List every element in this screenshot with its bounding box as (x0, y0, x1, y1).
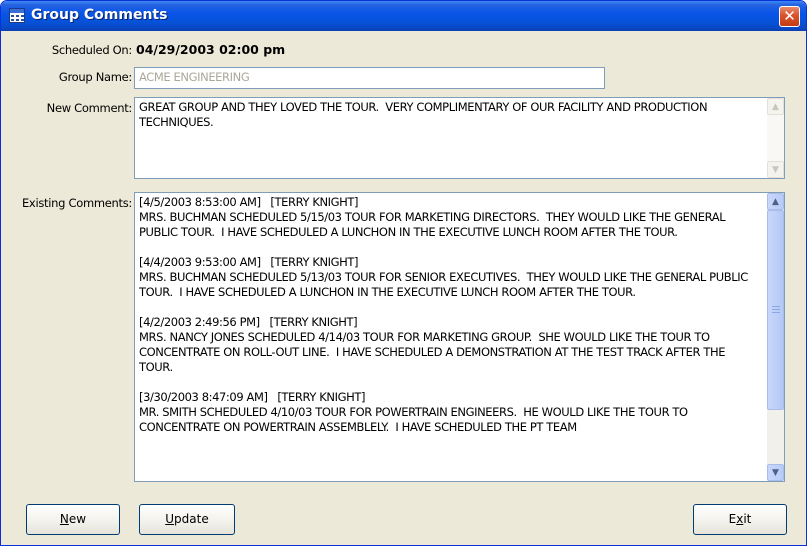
scroll-up-icon[interactable]: ▲ (767, 98, 784, 115)
window-title: Group Comments (31, 7, 168, 23)
existing-comments-textarea[interactable]: [4/5/2003 8:53:00 AM] [TERRY KNIGHT] MRS… (134, 192, 785, 482)
new-button-post: ew (68, 512, 87, 526)
group-name-label: Group Name: (58, 70, 132, 84)
update-button-accel: U (165, 512, 175, 526)
new-button[interactable]: New (26, 504, 120, 535)
scheduled-on-label: Scheduled On: (51, 43, 132, 57)
new-comment-text: GREAT GROUP AND THEY LOVED THE TOUR. VER… (139, 100, 711, 129)
title-bar[interactable]: Group Comments ✕ (1, 1, 806, 31)
new-comment-textarea[interactable]: GREAT GROUP AND THEY LOVED THE TOUR. VER… (134, 97, 785, 179)
group-name-value: ACME ENGINEERING (139, 70, 250, 84)
new-button-accel: N (59, 512, 69, 526)
scroll-thumb[interactable] (767, 210, 784, 410)
exit-button[interactable]: Exit (693, 504, 787, 535)
exit-button-post: it (743, 512, 752, 526)
update-button-post: pdate (174, 512, 209, 526)
scroll-down-icon[interactable]: ▼ (767, 161, 784, 178)
close-icon[interactable]: ✕ (779, 6, 800, 27)
calendar-grid-icon (9, 8, 25, 23)
new-comment-label: New Comment: (46, 101, 133, 115)
scroll-down-icon[interactable]: ▼ (767, 464, 784, 481)
new-comment-scrollbar[interactable]: ▲ ▼ (767, 98, 784, 178)
existing-comments-text: [4/5/2003 8:53:00 AM] [TERRY KNIGHT] MRS… (139, 195, 748, 434)
scheduled-on-value: 04/29/2003 02:00 pm (136, 42, 286, 57)
existing-comments-label: Existing Comments: (21, 196, 132, 210)
existing-comments-scrollbar[interactable]: ▲ ▼ (767, 193, 784, 481)
group-name-field[interactable]: ACME ENGINEERING (134, 67, 605, 89)
update-button[interactable]: Update (139, 504, 235, 535)
scroll-up-icon[interactable]: ▲ (767, 193, 784, 210)
group-comments-window: Group Comments ✕ Scheduled On: 04/29/200… (0, 0, 807, 546)
